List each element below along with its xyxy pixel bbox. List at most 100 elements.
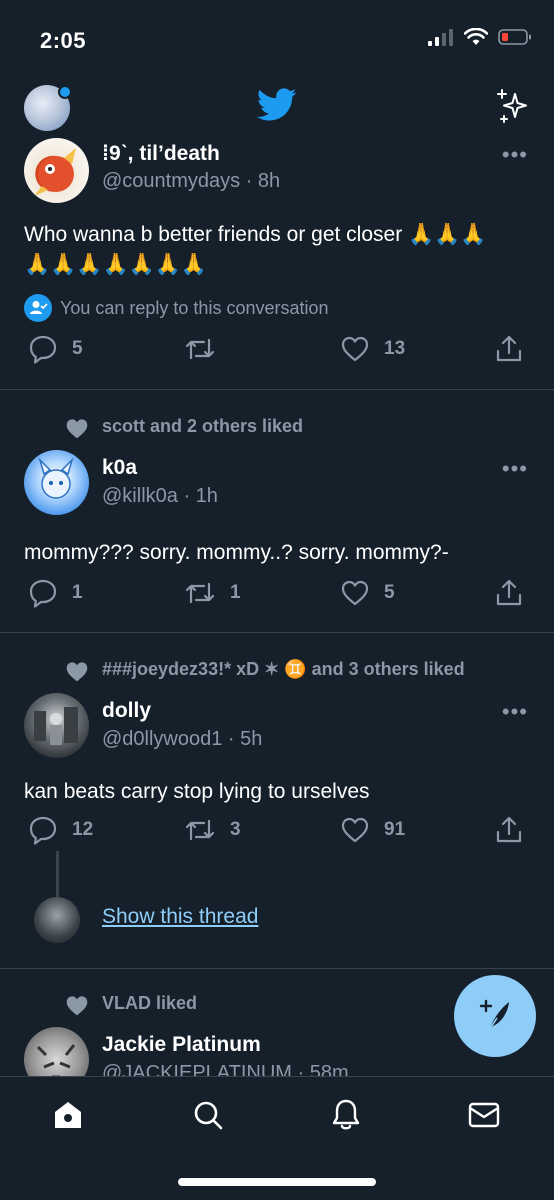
cellular-signal-icon <box>428 29 453 46</box>
handle: @countmydays <box>102 170 241 192</box>
like-count: 5 <box>384 582 395 603</box>
display-name[interactable]: ⁞9ˋ, til’death <box>102 142 220 166</box>
retweet-icon <box>185 338 215 360</box>
retweet-button[interactable]: 3 <box>184 815 241 845</box>
top-nav <box>0 80 554 136</box>
feather-plus-icon <box>479 999 509 1031</box>
compose-tweet-button[interactable] <box>454 975 536 1057</box>
avatar[interactable] <box>24 693 89 758</box>
separator-dot: · <box>291 1062 310 1076</box>
dolly-avatar-image <box>34 707 78 745</box>
tweet[interactable]: ###joeydez33!* xD ✶ ♊ and 3 others liked… <box>0 633 554 969</box>
reply-note-text: You can reply to this conversation <box>60 297 329 318</box>
tab-notifications[interactable] <box>326 1095 366 1135</box>
like-button[interactable]: 13 <box>340 334 405 364</box>
reply-permission-note: You can reply to this conversation <box>24 294 329 322</box>
handle: @killk0a <box>102 485 178 507</box>
more-options-icon[interactable]: ••• <box>502 456 528 482</box>
wifi-icon <box>464 28 488 45</box>
like-button[interactable]: 91 <box>340 815 405 845</box>
share-icon <box>496 335 522 362</box>
reply-button[interactable]: 5 <box>28 334 83 364</box>
handle-and-time[interactable]: @d0llywood1 · 5h <box>102 728 262 751</box>
battery-low-icon <box>498 29 531 45</box>
heart-icon <box>341 580 369 606</box>
reply-count: 1 <box>72 582 83 603</box>
display-name[interactable]: Jackie Platinum <box>102 1033 261 1057</box>
retweet-button[interactable] <box>184 334 230 364</box>
tab-home[interactable] <box>48 1095 88 1135</box>
reply-button[interactable]: 1 <box>28 578 83 608</box>
timestamp: 5h <box>240 728 263 750</box>
status-time: 2:05 <box>40 28 87 53</box>
twitter-bird-icon[interactable] <box>257 88 297 122</box>
sparkle-icon[interactable] <box>496 88 530 126</box>
reply-icon <box>29 816 57 845</box>
reply-button[interactable]: 12 <box>28 815 93 845</box>
retweet-count: 1 <box>230 582 241 603</box>
handle: @JACKIEPLATINUM <box>102 1062 292 1076</box>
like-count: 13 <box>384 338 406 359</box>
share-button[interactable] <box>494 815 524 845</box>
social-context[interactable]: ###joeydez33!* xD ✶ ♊ and 3 others liked <box>102 659 465 680</box>
show-thread-link[interactable]: Show this thread <box>102 905 258 929</box>
avatar[interactable] <box>24 1027 89 1076</box>
avatar[interactable] <box>24 138 89 203</box>
share-icon <box>496 579 522 606</box>
home-indicator[interactable] <box>178 1178 376 1186</box>
display-name[interactable]: dolly <box>102 699 151 723</box>
heart-icon <box>341 817 369 843</box>
timestamp: 8h <box>257 170 281 192</box>
tab-search[interactable] <box>188 1095 228 1135</box>
reply-icon <box>29 335 57 364</box>
notifications-bell-icon <box>332 1099 360 1130</box>
tab-messages[interactable] <box>464 1095 504 1135</box>
liked-heart-icon <box>66 419 88 439</box>
handle-and-time[interactable]: @JACKIEPLATINUM · 58m <box>102 1062 349 1076</box>
like-button[interactable]: 5 <box>340 578 395 608</box>
home-icon <box>55 1102 81 1128</box>
handle-and-time[interactable]: @killk0a · 1h <box>102 485 218 508</box>
retweet-count: 3 <box>230 819 241 840</box>
more-options-icon[interactable]: ••• <box>502 699 528 725</box>
tweet-actions: 1 1 5 <box>28 578 528 612</box>
reply-icon <box>29 579 57 608</box>
retweet-button[interactable]: 1 <box>184 578 241 608</box>
display-name[interactable]: k0a <box>102 456 137 480</box>
retweet-icon <box>185 819 215 841</box>
heart-icon <box>341 336 369 362</box>
more-options-icon[interactable]: ••• <box>502 142 528 168</box>
timestamp: 1h <box>195 485 218 507</box>
tweet-text: mommy??? sorry. mommy..? sorry. mommy?- <box>24 541 449 564</box>
retweet-icon <box>185 582 215 604</box>
tiger-avatar-image <box>36 1044 76 1076</box>
reply-count: 12 <box>72 819 94 840</box>
tweet-actions: 12 3 91 <box>28 815 528 849</box>
like-count: 91 <box>384 819 406 840</box>
separator-dot: · <box>240 170 258 192</box>
tweet[interactable]: ⁞9ˋ, til’death @countmydays · 8h ••• Who… <box>0 136 554 390</box>
share-button[interactable] <box>494 334 524 364</box>
tweet-text: kan beats carry stop lying to urselves <box>24 780 370 803</box>
liked-heart-icon <box>66 662 88 682</box>
avatar[interactable] <box>24 450 89 515</box>
status-icons <box>428 28 532 46</box>
social-context[interactable]: scott and 2 others liked <box>102 416 303 437</box>
social-context[interactable]: VLAD liked <box>102 993 197 1014</box>
thread-avatar[interactable] <box>34 897 80 943</box>
separator-dot: · <box>222 728 241 750</box>
separator-dot: · <box>177 485 196 507</box>
thread-connector-line <box>56 851 59 897</box>
tweet-actions: 5 13 <box>28 334 528 368</box>
share-button[interactable] <box>494 578 524 608</box>
magikarp-avatar-image <box>34 148 76 196</box>
messages-envelope-icon <box>468 1102 500 1128</box>
timeline-feed[interactable]: ⁞9ˋ, til’death @countmydays · 8h ••• Who… <box>0 136 554 1076</box>
handle-and-time[interactable]: @countmydays · 8h <box>102 170 280 193</box>
tweet[interactable]: scott and 2 others liked k0a @killk0a · … <box>0 390 554 633</box>
profile-avatar-button[interactable] <box>24 85 72 131</box>
liked-heart-icon <box>66 996 88 1016</box>
handle: @d0llywood1 <box>102 728 223 750</box>
search-icon <box>194 1101 223 1130</box>
timestamp: 58m <box>309 1062 349 1076</box>
